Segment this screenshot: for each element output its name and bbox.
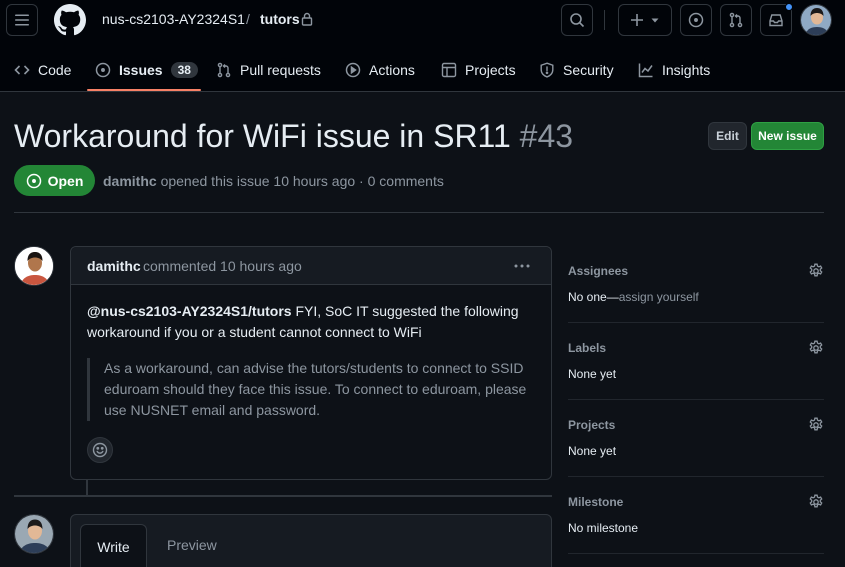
- tab-security-label: Security: [563, 62, 614, 78]
- graph-icon: [638, 63, 653, 78]
- add-reaction-button[interactable]: [87, 437, 113, 463]
- pull-request-icon: [729, 12, 743, 28]
- tab-projects-label: Projects: [465, 62, 516, 78]
- issue-title: Workaround for WiFi issue in SR11 #43: [14, 118, 573, 155]
- tab-security[interactable]: Security: [539, 48, 614, 92]
- sidebar-milestone: Milestone No milestone: [568, 477, 824, 554]
- code-icon: [14, 65, 30, 75]
- comment-author-avatar[interactable]: [14, 246, 54, 286]
- team-mention-link[interactable]: @nus-cs2103-AY2324S1/tutors: [87, 303, 292, 319]
- plus-icon: [631, 14, 643, 26]
- pull-requests-button[interactable]: [720, 4, 752, 36]
- create-new-button[interactable]: [618, 4, 672, 36]
- menu-button[interactable]: [6, 4, 38, 36]
- status-badge: Open: [14, 165, 95, 196]
- global-nav: nus-cs2103-AY2324S1 / tutors: [0, 0, 845, 40]
- table-icon: [441, 62, 457, 78]
- lock-icon: [301, 12, 313, 26]
- tab-insights[interactable]: Insights: [638, 48, 710, 92]
- tab-issues[interactable]: Issues 38: [95, 48, 198, 92]
- issues-counter: 38: [170, 62, 198, 78]
- milestone-value: No milestone: [568, 521, 639, 535]
- issue-title-text: Workaround for WiFi issue in SR11: [14, 118, 511, 154]
- tab-issues-label: Issues: [119, 62, 163, 78]
- comment-blockquote: As a workaround, can advise the tutors/s…: [87, 358, 537, 421]
- assignees-title[interactable]: Assignees: [568, 264, 628, 278]
- issue-opened-icon: [688, 12, 704, 28]
- gear-icon: [809, 263, 823, 277]
- sidebar-labels: Labels None yet: [568, 323, 824, 400]
- tab-projects[interactable]: Projects: [441, 48, 516, 92]
- tab-insights-label: Insights: [662, 62, 711, 78]
- issues-button[interactable]: [680, 4, 712, 36]
- comment-header: damithc commented 10 hours ago: [71, 247, 551, 285]
- preview-tab[interactable]: Preview: [167, 537, 217, 553]
- breadcrumb-owner[interactable]: nus-cs2103-AY2324S1: [102, 11, 245, 27]
- tab-code[interactable]: Code: [14, 48, 71, 92]
- active-tab-indicator: [87, 89, 201, 91]
- breadcrumb-repo[interactable]: tutors: [260, 11, 300, 27]
- issue-author-link[interactable]: damithc: [103, 173, 157, 189]
- milestone-title[interactable]: Milestone: [568, 495, 623, 509]
- comment-body: @nus-cs2103-AY2324S1/tutors FYI, SoC IT …: [87, 301, 537, 343]
- smiley-icon: [92, 442, 108, 458]
- timeline-connector: [86, 479, 88, 495]
- new-issue-button[interactable]: New issue: [751, 122, 824, 150]
- tab-pull-requests[interactable]: Pull requests: [216, 48, 321, 92]
- tab-pull-requests-label: Pull requests: [240, 62, 321, 78]
- current-user-avatar[interactable]: [14, 514, 54, 554]
- hamburger-icon: [15, 14, 29, 26]
- search-button[interactable]: [561, 4, 593, 36]
- comment-options-button[interactable]: [513, 257, 531, 275]
- tab-actions[interactable]: Actions: [345, 48, 415, 92]
- issue-opened-icon: [95, 62, 111, 78]
- title-divider: [14, 212, 824, 213]
- labels-title[interactable]: Labels: [568, 341, 606, 355]
- shield-icon: [540, 62, 554, 78]
- issue-opened-icon: [26, 173, 41, 188]
- comment-composer: Write Preview: [70, 514, 552, 567]
- user-avatar[interactable]: [800, 4, 832, 36]
- inbox-icon: [769, 14, 783, 27]
- header-divider: [604, 10, 605, 30]
- issue-number: #43: [519, 118, 574, 154]
- tab-actions-label: Actions: [369, 62, 415, 78]
- labels-value: None yet: [568, 367, 617, 381]
- write-tab[interactable]: Write: [80, 524, 147, 567]
- repo-tabs: Code Issues 38 Pull requests Actions Pro…: [0, 48, 845, 92]
- assign-yourself-link[interactable]: assign yourself: [619, 290, 699, 304]
- labels-settings-button[interactable]: [808, 340, 824, 356]
- assignees-value: No one—assign yourself: [568, 290, 699, 304]
- timeline-break: [14, 495, 552, 497]
- issue-meta-text: opened this issue 10 hours ago · 0 comme…: [160, 173, 444, 189]
- issue-comment: damithc commented 10 hours ago @nus-cs21…: [70, 246, 552, 480]
- milestone-settings-button[interactable]: [808, 494, 824, 510]
- sidebar-assignees: Assignees No one—assign yourself: [568, 246, 824, 323]
- projects-title[interactable]: Projects: [568, 418, 615, 432]
- kebab-horizontal-icon: [514, 264, 530, 268]
- github-logo-icon[interactable]: [54, 4, 86, 36]
- projects-value: None yet: [568, 444, 617, 458]
- repo-header: nus-cs2103-AY2324S1 / tutors Code Issues…: [0, 0, 845, 92]
- status-badge-label: Open: [47, 172, 84, 189]
- search-icon: [570, 13, 585, 28]
- edit-button[interactable]: Edit: [708, 122, 747, 150]
- breadcrumb-separator: /: [246, 11, 250, 27]
- play-icon: [345, 62, 361, 78]
- comment-timestamp[interactable]: commented 10 hours ago: [143, 258, 302, 274]
- comment-author-link[interactable]: damithc: [87, 258, 141, 274]
- chevron-down-icon: [651, 18, 659, 23]
- gear-icon: [809, 417, 823, 431]
- notification-dot: [785, 3, 793, 11]
- tab-code-label: Code: [38, 62, 72, 78]
- gear-icon: [809, 494, 823, 508]
- pull-request-icon: [217, 62, 231, 78]
- projects-settings-button[interactable]: [808, 417, 824, 433]
- sidebar-projects: Projects None yet: [568, 400, 824, 477]
- assignees-none-text: No one—: [568, 290, 619, 304]
- issue-meta: damithc opened this issue 10 hours ago ·…: [103, 173, 444, 189]
- assignees-settings-button[interactable]: [808, 263, 824, 279]
- gear-icon: [809, 340, 823, 354]
